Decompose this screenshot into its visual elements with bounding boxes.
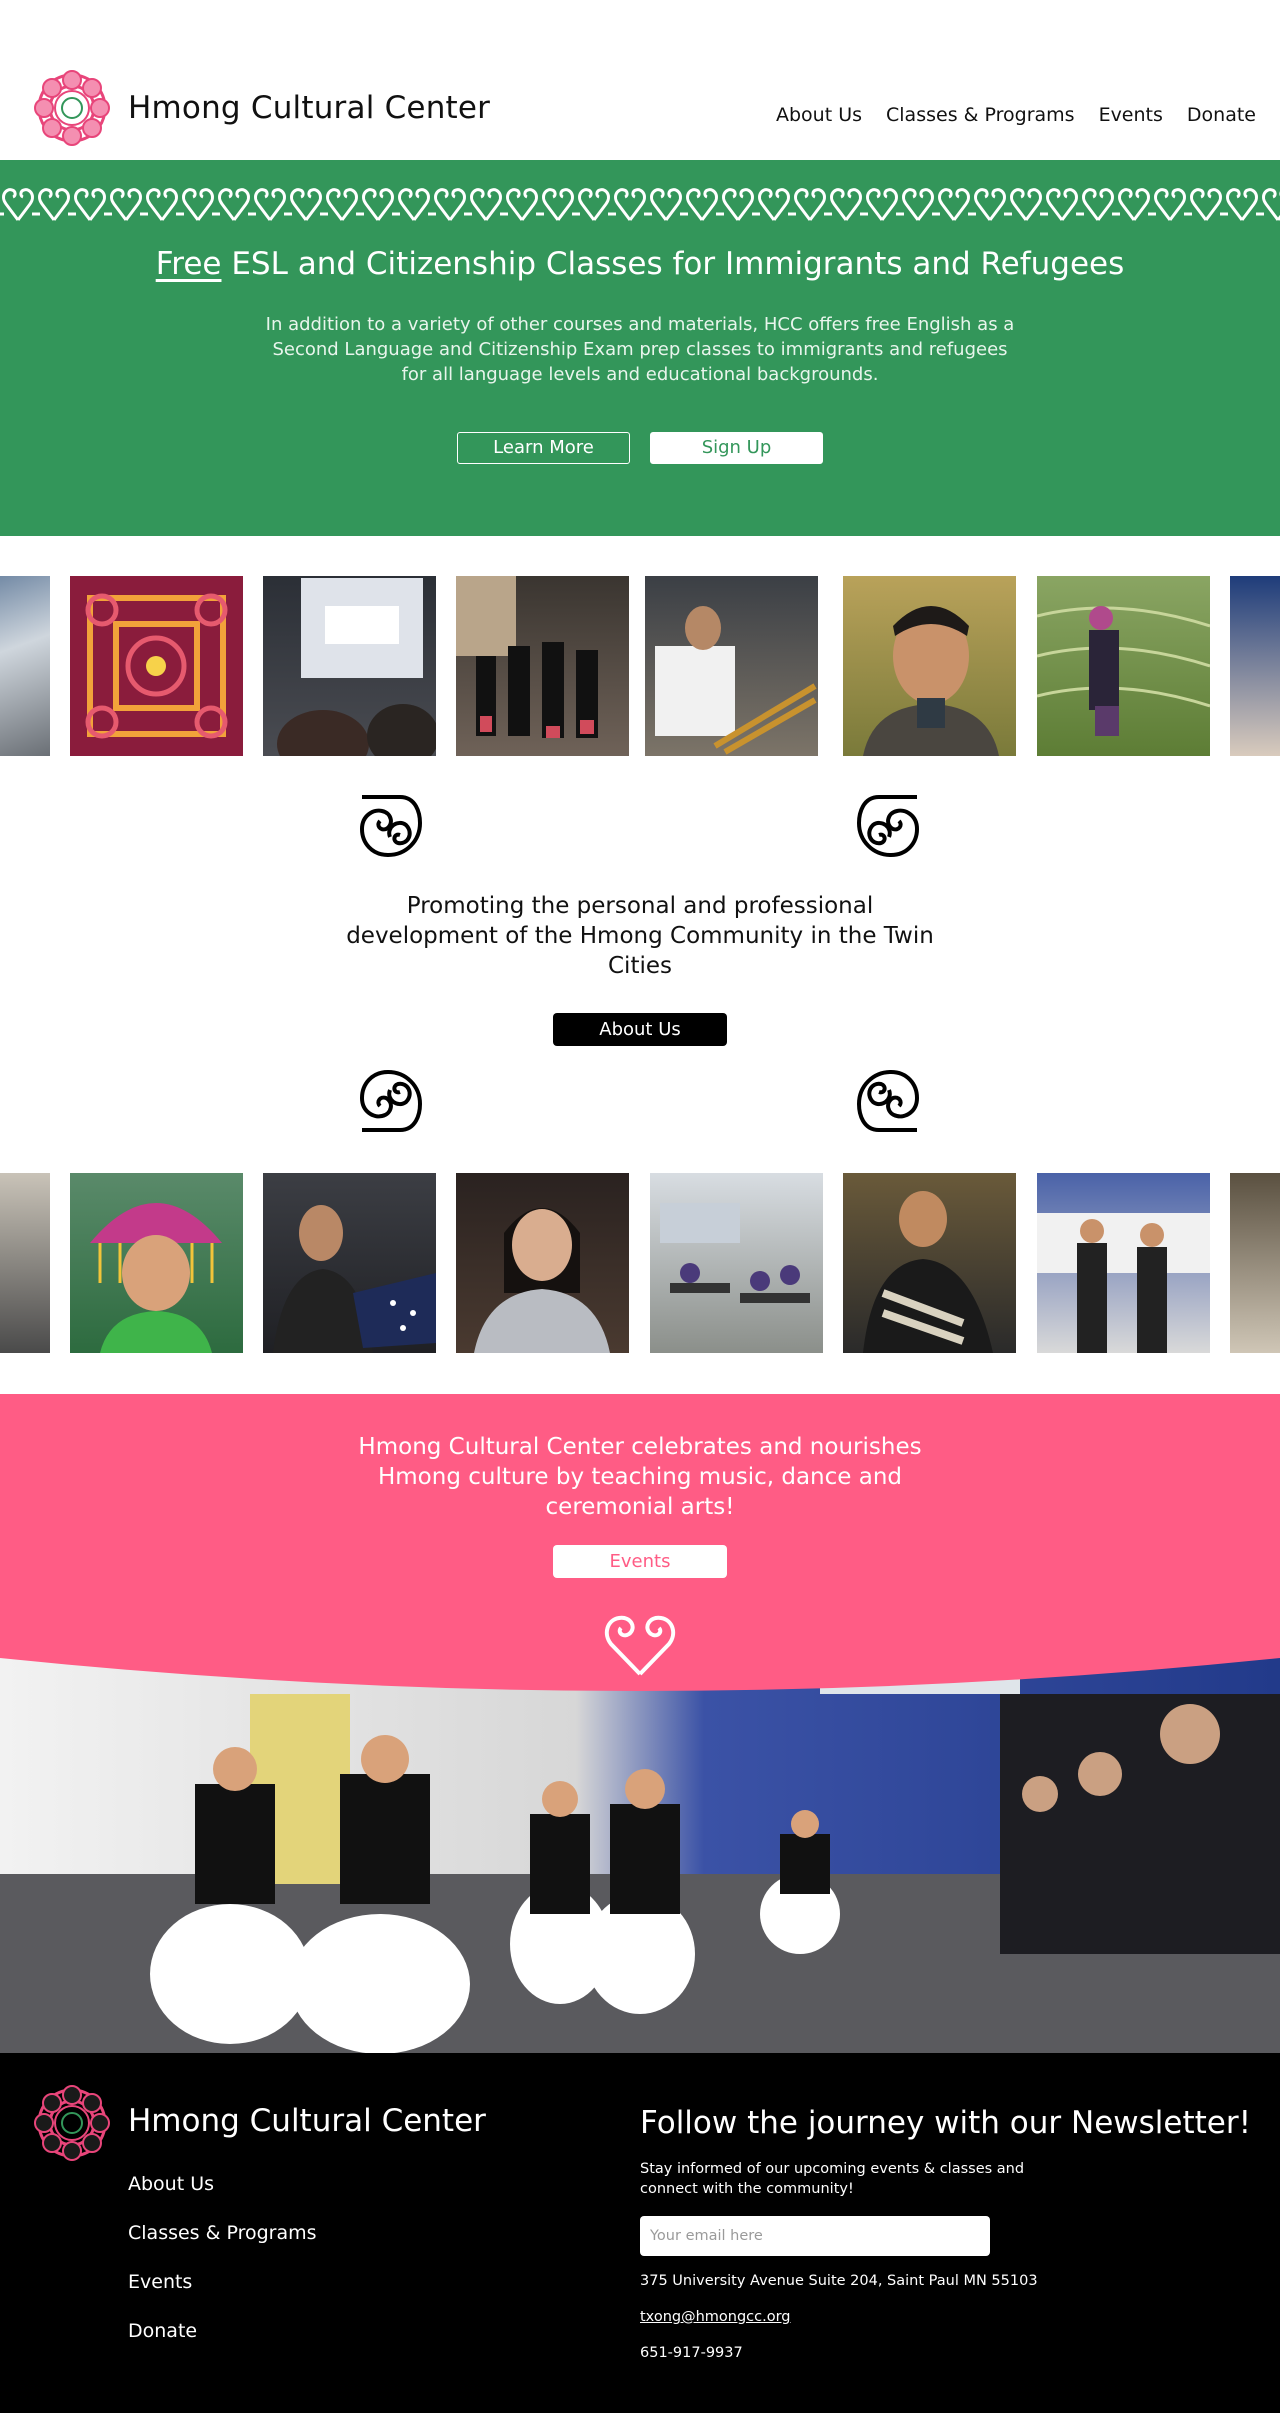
newsletter-title: Follow the journey with our Newsletter! bbox=[640, 2105, 1252, 2141]
footer-nav: About Us Classes & Programs Events Donat… bbox=[128, 2173, 317, 2369]
photo-portrait-man bbox=[843, 576, 1016, 756]
nav-classes-programs[interactable]: Classes & Programs bbox=[886, 104, 1075, 126]
nav-about-us[interactable]: About Us bbox=[776, 104, 862, 126]
hcc-footer-logo-icon[interactable] bbox=[32, 2083, 112, 2163]
hero-title: Free ESL and Citizenship Classes for Imm… bbox=[0, 246, 1280, 282]
culture-statement: Hmong Cultural Center celebrates and nou… bbox=[358, 1434, 922, 1520]
footer-link-events[interactable]: Events bbox=[128, 2271, 317, 2320]
photo-qeej-players bbox=[645, 576, 818, 756]
hcc-logo-icon[interactable] bbox=[32, 68, 112, 148]
nav-events[interactable]: Events bbox=[1099, 104, 1163, 126]
esl-hero-section: Free ESL and Citizenship Classes for Imm… bbox=[0, 160, 1280, 536]
photo-rice-terrace bbox=[1037, 576, 1210, 756]
footer-phone: 651-917-9937 bbox=[640, 2345, 743, 2361]
hero-title-free: Free bbox=[155, 246, 222, 282]
spiral-ornament-icon bbox=[359, 1069, 423, 1132]
heart-pattern-border bbox=[0, 174, 1280, 230]
photo-classroom bbox=[0, 576, 50, 756]
newsletter-description: Stay informed of our upcoming events & c… bbox=[640, 2161, 1025, 2197]
footer-link-about-us[interactable]: About Us bbox=[128, 2173, 317, 2222]
photo-partial-right-2 bbox=[1230, 1173, 1280, 1353]
photo-performer-qeej bbox=[843, 1173, 1016, 1353]
hero-title-rest: ESL and Citizenship Classes for Immigran… bbox=[221, 246, 1125, 282]
site-footer: Hmong Cultural Center About Us Classes &… bbox=[0, 2053, 1280, 2413]
learn-more-button[interactable]: Learn More bbox=[457, 432, 630, 464]
sign-up-button[interactable]: Sign Up bbox=[650, 432, 823, 464]
brand-name[interactable]: Hmong Cultural Center bbox=[128, 90, 490, 126]
photo-classroom-students bbox=[650, 1173, 823, 1353]
photo-presentation bbox=[263, 576, 436, 756]
photo-child-headdress bbox=[70, 1173, 243, 1353]
events-button[interactable]: Events bbox=[553, 1545, 727, 1578]
photo-band bbox=[0, 1173, 50, 1353]
spiral-ornament-icon bbox=[359, 795, 423, 858]
footer-email-link[interactable]: txong@hmongcc.org bbox=[640, 2309, 791, 2325]
site-header: Hmong Cultural Center About Us Classes &… bbox=[0, 0, 1280, 160]
heart-spiral-icon bbox=[604, 1615, 676, 1676]
photo-speaker-flag bbox=[263, 1173, 436, 1353]
photo-partial-right bbox=[1230, 576, 1280, 756]
mission-statement: Promoting the personal and professional … bbox=[346, 893, 934, 979]
footer-link-donate[interactable]: Donate bbox=[128, 2320, 317, 2369]
footer-brand-name[interactable]: Hmong Cultural Center bbox=[128, 2103, 486, 2139]
footer-address: 375 University Avenue Suite 204, Saint P… bbox=[640, 2273, 1038, 2289]
photo-community-group bbox=[456, 576, 629, 756]
photo-citizenship-ceremony bbox=[1037, 1173, 1210, 1353]
hero-description: In addition to a variety of other course… bbox=[265, 314, 1015, 385]
footer-link-classes-programs[interactable]: Classes & Programs bbox=[128, 2222, 317, 2271]
spiral-ornament-icon bbox=[856, 795, 920, 858]
main-nav: About Us Classes & Programs Events Donat… bbox=[776, 104, 1256, 126]
newsletter-email-input[interactable] bbox=[640, 2216, 990, 2256]
photo-strip-bottom bbox=[0, 1173, 1280, 1353]
photo-strip-top bbox=[0, 576, 1280, 756]
photo-hmong-textile bbox=[70, 576, 243, 756]
photo-portrait-woman bbox=[456, 1173, 629, 1353]
about-us-button[interactable]: About Us bbox=[553, 1013, 727, 1046]
nav-donate[interactable]: Donate bbox=[1187, 104, 1256, 126]
spiral-ornament-icon bbox=[856, 1069, 920, 1132]
